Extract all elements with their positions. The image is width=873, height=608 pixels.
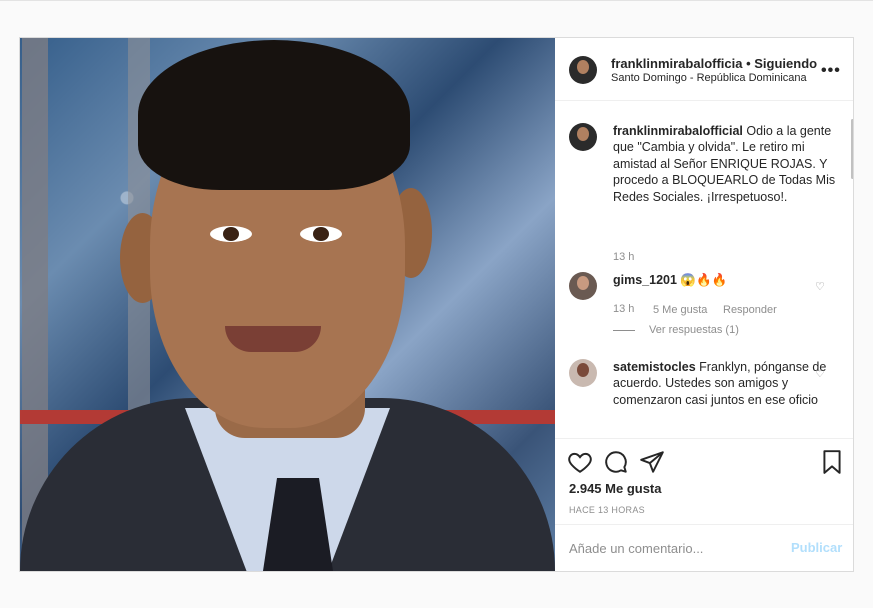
comment-time[interactable]: 13 h — [613, 303, 634, 315]
view-replies-button[interactable]: Ver respuestas (1) — [649, 324, 739, 336]
replies-divider — [613, 330, 635, 331]
caption: franklinmirabalofficial Odio a la gente … — [613, 123, 838, 205]
comment-like-heart-icon[interactable]: ♡ — [815, 280, 825, 293]
add-comment-bar: Publicar — [555, 524, 853, 571]
comment-like-heart-icon[interactable]: ♡ — [815, 367, 825, 380]
comment-username[interactable]: gims_1201 — [613, 273, 677, 287]
comment-avatar[interactable] — [569, 272, 597, 300]
caption-username[interactable]: franklinmirabalofficial — [613, 124, 743, 138]
comment-item: gims_1201 😱🔥🔥 — [613, 272, 838, 288]
likes-count[interactable]: 2.945 Me gusta — [569, 481, 662, 496]
post-photo[interactable] — [20, 38, 555, 571]
comments-scrollbar[interactable] — [851, 119, 853, 179]
comment-icon[interactable] — [603, 449, 629, 475]
bookmark-icon[interactable] — [819, 449, 845, 475]
photo-eye — [300, 226, 342, 242]
author-username[interactable]: franklinmirabalofficia — [611, 56, 742, 71]
follow-status-button[interactable]: Siguiendo — [754, 56, 817, 71]
caption-avatar[interactable] — [569, 123, 597, 151]
comment-input[interactable] — [569, 539, 769, 557]
more-horizontal-icon[interactable]: ••• — [821, 62, 841, 80]
reply-button[interactable]: Responder — [723, 304, 777, 316]
photo-eye — [210, 226, 252, 242]
comment-item: satemistocles Franklyn, pónganse de acue… — [613, 359, 838, 408]
comment-avatar[interactable] — [569, 359, 597, 387]
author-line: franklinmirabalofficia • Siguiendo — [611, 56, 817, 71]
top-divider — [0, 0, 873, 1]
comment-likes[interactable]: 5 Me gusta — [653, 304, 707, 316]
separator-dot: • — [742, 56, 755, 71]
post-actions: 2.945 Me gusta HACE 13 HORAS — [555, 438, 853, 524]
caption-time[interactable]: 13 h — [613, 251, 634, 263]
post-sidebar: franklinmirabalofficia • Siguiendo Santo… — [555, 38, 853, 571]
photo-hair — [138, 40, 410, 190]
share-icon[interactable] — [639, 449, 665, 475]
photo-mouth — [225, 326, 321, 352]
comment-username[interactable]: satemistocles — [613, 360, 696, 374]
location-link[interactable]: Santo Domingo - República Dominicana — [611, 72, 807, 84]
publish-button[interactable]: Publicar — [791, 540, 842, 555]
author-avatar[interactable] — [569, 56, 597, 84]
post-header: franklinmirabalofficia • Siguiendo Santo… — [555, 38, 853, 101]
comments-list[interactable]: franklinmirabalofficial Odio a la gente … — [555, 101, 853, 438]
post-card: franklinmirabalofficia • Siguiendo Santo… — [19, 37, 854, 572]
heart-icon[interactable] — [567, 449, 593, 475]
comment-text: 😱🔥🔥 — [680, 273, 728, 287]
post-timestamp[interactable]: HACE 13 HORAS — [569, 505, 645, 515]
